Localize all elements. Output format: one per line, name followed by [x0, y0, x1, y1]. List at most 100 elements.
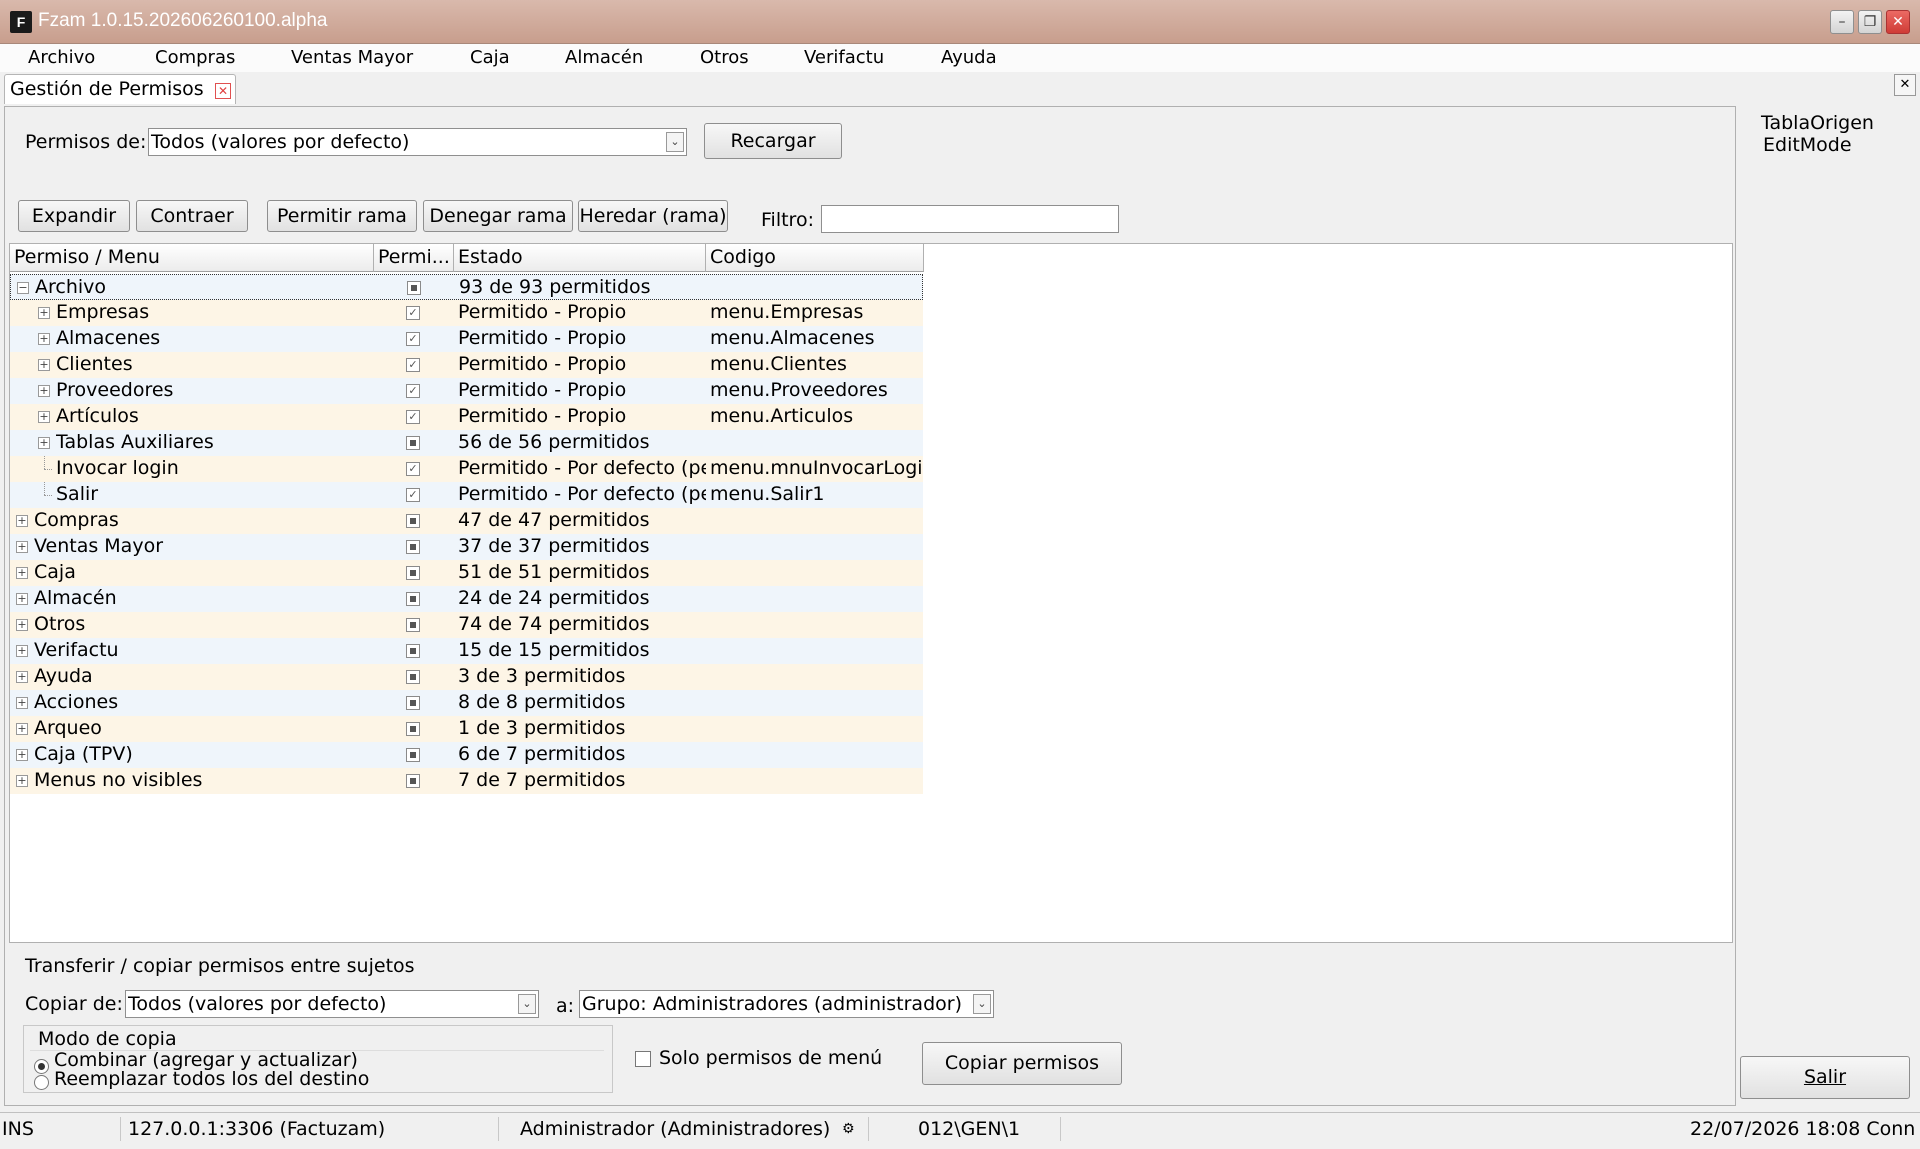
permitido-checkbox[interactable]	[406, 748, 420, 762]
menu-archivo[interactable]: Archivo	[28, 47, 95, 68]
permitido-checkbox[interactable]	[406, 670, 420, 684]
column-header-codigo[interactable]: Codigo	[706, 244, 924, 272]
table-row[interactable]: + Compras 47 de 47 permitidos	[10, 508, 923, 534]
restore-button[interactable]: ❐	[1858, 10, 1882, 34]
permitido-checkbox[interactable]: ✓	[406, 462, 420, 476]
permitido-checkbox[interactable]	[406, 592, 420, 606]
permitido-checkbox[interactable]: ✓	[406, 332, 420, 346]
column-header-estado[interactable]: Estado	[454, 244, 706, 272]
expand-icon[interactable]: +	[16, 541, 28, 553]
menu-otros[interactable]: Otros	[700, 47, 749, 68]
expand-icon[interactable]: +	[16, 619, 28, 631]
expand-icon[interactable]: +	[38, 359, 50, 371]
menu-caja[interactable]: Caja	[470, 47, 510, 68]
destino-select[interactable]: Grupo: Administradores (administrador) ⌄	[579, 990, 994, 1018]
copiar-permisos-button[interactable]: Copiar permisos	[922, 1042, 1122, 1085]
permitido-checkbox[interactable]	[406, 774, 420, 788]
permitido-checkbox[interactable]	[406, 644, 420, 658]
expandir-button[interactable]: Expandir	[18, 200, 130, 232]
expand-icon[interactable]: +	[38, 385, 50, 397]
table-row[interactable]: + Menus no visibles 7 de 7 permitidos	[10, 768, 923, 794]
contraer-button[interactable]: Contraer	[136, 200, 248, 232]
menu-almacen[interactable]: Almacén	[565, 47, 643, 68]
expand-icon[interactable]: +	[16, 593, 28, 605]
table-row[interactable]: + Tablas Auxiliares 56 de 56 permitidos	[10, 430, 923, 456]
solo-menu-checkbox[interactable]	[635, 1051, 651, 1067]
permitido-checkbox[interactable]	[406, 436, 420, 450]
permitido-checkbox[interactable]: ✓	[406, 488, 420, 502]
expand-icon[interactable]: +	[16, 775, 28, 787]
column-header-permiso[interactable]: Permiso / Menu	[10, 244, 374, 272]
radio-combinar[interactable]	[34, 1059, 49, 1074]
permitido-checkbox[interactable]	[406, 696, 420, 710]
close-window-button[interactable]: ✕	[1886, 10, 1910, 34]
chevron-down-icon[interactable]: ⌄	[518, 994, 536, 1014]
permissions-tree-grid[interactable]: Permiso / Menu Permi... Estado Codigo − A…	[9, 243, 1733, 943]
table-row[interactable]: + Empresas ✓ Permitido - Propio menu.Empresa…	[10, 300, 923, 326]
tab-gestion-permisos[interactable]: Gestión de Permisos ✕	[4, 74, 236, 104]
minimize-button[interactable]: –	[1830, 10, 1854, 34]
denegar-rama-button[interactable]: Denegar rama	[423, 200, 573, 232]
menu-compras[interactable]: Compras	[155, 47, 235, 68]
table-row[interactable]: + Almacenes ✓ Permitido - Propio menu.Almace…	[10, 326, 923, 352]
table-row[interactable]: Salir ✓ Permitido - Por defecto (pe menu.Sa…	[10, 482, 923, 508]
heredar-rama-button[interactable]: Heredar (rama)	[578, 200, 728, 232]
expand-icon[interactable]: +	[38, 437, 50, 449]
table-row[interactable]: + Clientes ✓ Permitido - Propio menu.Cliente…	[10, 352, 923, 378]
permitido-checkbox[interactable]	[406, 618, 420, 632]
permisos-de-select[interactable]: Todos (valores por defecto) ⌄	[148, 128, 687, 156]
permitido-checkbox[interactable]: ✓	[406, 410, 420, 424]
menu-ayuda[interactable]: Ayuda	[941, 47, 997, 68]
expand-icon[interactable]: +	[16, 749, 28, 761]
menu-verifactu[interactable]: Verifactu	[804, 47, 884, 68]
recargar-button[interactable]: Recargar	[704, 123, 842, 159]
estado-cell: 56 de 56 permitidos	[458, 431, 650, 453]
close-icon[interactable]: ✕	[1894, 74, 1916, 96]
table-row[interactable]: Invocar login ✓ Permitido - Por defecto (p…	[10, 456, 923, 482]
table-row[interactable]: + Otros 74 de 74 permitidos	[10, 612, 923, 638]
permitido-checkbox[interactable]	[406, 540, 420, 554]
radio-reemplazar[interactable]	[34, 1075, 49, 1090]
table-row[interactable]: + Proveedores ✓ Permitido - Propio menu.Prov…	[10, 378, 923, 404]
radio-reemplazar-label[interactable]: Reemplazar todos los del destino	[54, 1070, 369, 1089]
table-row[interactable]: + Caja 51 de 51 permitidos	[10, 560, 923, 586]
menu-ventas-mayor[interactable]: Ventas Mayor	[291, 47, 413, 68]
copiar-de-select[interactable]: Todos (valores por defecto) ⌄	[125, 990, 539, 1018]
expand-icon[interactable]: +	[16, 697, 28, 709]
expand-icon[interactable]: +	[38, 411, 50, 423]
permitido-checkbox[interactable]	[407, 281, 421, 295]
permitido-checkbox[interactable]	[406, 514, 420, 528]
permitido-checkbox[interactable]: ✓	[406, 384, 420, 398]
table-row[interactable]: + Ayuda 3 de 3 permitidos	[10, 664, 923, 690]
solo-menu-label[interactable]: Solo permisos de menú	[659, 1047, 882, 1069]
expand-icon[interactable]: +	[16, 723, 28, 735]
table-row[interactable]: + Caja (TPV) 6 de 7 permitidos	[10, 742, 923, 768]
table-row[interactable]: − Archivo 93 de 93 permitidos	[10, 274, 923, 300]
expand-icon[interactable]: +	[16, 567, 28, 579]
salir-button[interactable]: Salir	[1740, 1056, 1910, 1099]
table-row[interactable]: + Almacén 24 de 24 permitidos	[10, 586, 923, 612]
chevron-down-icon[interactable]: ⌄	[973, 994, 991, 1014]
permitido-checkbox[interactable]	[406, 566, 420, 580]
permitido-checkbox[interactable]: ✓	[406, 358, 420, 372]
table-row[interactable]: + Artículos ✓ Permitido - Propio menu.Articu…	[10, 404, 923, 430]
permiso-name: Almacenes	[56, 327, 161, 349]
chevron-down-icon[interactable]: ⌄	[666, 132, 684, 152]
collapse-icon[interactable]: −	[17, 282, 29, 294]
expand-icon[interactable]: +	[38, 333, 50, 345]
expand-icon[interactable]: +	[16, 671, 28, 683]
column-header-permitido[interactable]: Permi...	[374, 244, 454, 272]
tab-close-icon[interactable]: ✕	[215, 83, 231, 99]
expand-icon[interactable]: +	[38, 307, 50, 319]
table-row[interactable]: + Verifactu 15 de 15 permitidos	[10, 638, 923, 664]
table-row[interactable]: + Ventas Mayor 37 de 37 permitidos	[10, 534, 923, 560]
filtro-input[interactable]	[821, 205, 1119, 233]
permitir-rama-button[interactable]: Permitir rama	[267, 200, 417, 232]
expand-icon[interactable]: +	[16, 645, 28, 657]
copiar-de-label: Copiar de:	[25, 993, 123, 1015]
expand-icon[interactable]: +	[16, 515, 28, 527]
table-row[interactable]: + Acciones 8 de 8 permitidos	[10, 690, 923, 716]
table-row[interactable]: + Arqueo 1 de 3 permitidos	[10, 716, 923, 742]
permitido-checkbox[interactable]: ✓	[406, 306, 420, 320]
permitido-checkbox[interactable]	[406, 722, 420, 736]
